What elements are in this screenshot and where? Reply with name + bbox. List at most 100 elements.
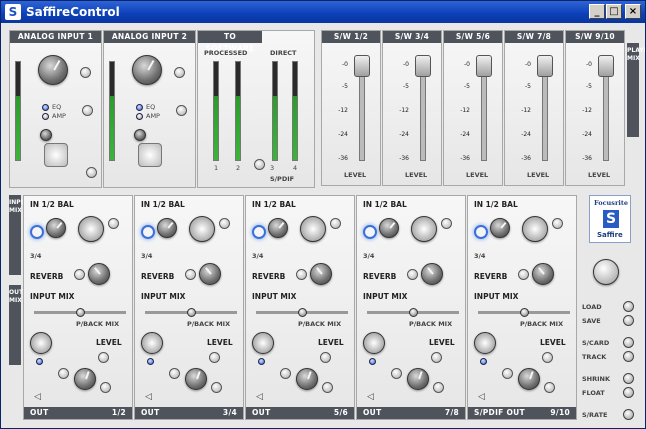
output-mono-led[interactable] (369, 358, 376, 365)
input-pan-knob[interactable] (189, 216, 215, 242)
input-pan-knob[interactable] (411, 216, 437, 242)
reverb-button[interactable] (74, 269, 85, 280)
close-button[interactable]: × (625, 4, 641, 19)
analog-1-link-button[interactable] (86, 167, 97, 178)
reverb-button[interactable] (518, 269, 529, 280)
input-select-ring[interactable] (30, 225, 44, 239)
output-mono-led[interactable] (480, 358, 487, 365)
reverb-button[interactable] (407, 269, 418, 280)
input-c-button[interactable] (552, 218, 563, 229)
analog-1-filter-display[interactable] (44, 143, 68, 167)
input-select-ring[interactable] (363, 225, 377, 239)
output-pan-knob[interactable] (141, 332, 163, 354)
waveform-icon[interactable] (593, 259, 619, 285)
reverb-knob[interactable] (88, 263, 110, 285)
analog-1-amp-led[interactable] (42, 113, 49, 120)
track-button[interactable] (623, 351, 634, 362)
solo-button[interactable] (544, 382, 555, 393)
dim-button[interactable] (58, 368, 69, 379)
maximize-button[interactable]: □ (606, 4, 622, 19)
sw-1-2-fader[interactable] (354, 55, 370, 77)
mix-balance-slider[interactable] (187, 308, 196, 317)
analog-2-edit-button[interactable] (176, 105, 187, 116)
reverb-knob[interactable] (310, 263, 332, 285)
mute-button[interactable] (98, 352, 109, 363)
reverb-button[interactable] (296, 269, 307, 280)
spdif-toggle-button[interactable] (254, 159, 265, 170)
analog-1-eq-label: EQ (52, 103, 62, 111)
analog-2-amp-led[interactable] (136, 113, 143, 120)
analog-1-edit-button[interactable] (82, 105, 93, 116)
output-level-knob[interactable] (518, 368, 540, 390)
output-level-knob[interactable] (74, 368, 96, 390)
analog-2-eq-led[interactable] (136, 104, 143, 111)
analog-1-trim-button[interactable] (80, 67, 91, 78)
analog-2-filter-display[interactable] (138, 143, 162, 167)
mute-button[interactable] (209, 352, 220, 363)
input-level-knob[interactable] (379, 218, 399, 238)
reverb-button[interactable] (185, 269, 196, 280)
scard-button[interactable] (623, 337, 634, 348)
output-level-knob[interactable] (407, 368, 429, 390)
load-button[interactable] (623, 301, 634, 312)
analog-2-preset-knob[interactable] (134, 129, 146, 141)
input-pan-knob[interactable] (78, 216, 104, 242)
dim-button[interactable] (169, 368, 180, 379)
input-level-knob[interactable] (157, 218, 177, 238)
dim-button[interactable] (502, 368, 513, 379)
reverb-knob[interactable] (199, 263, 221, 285)
dim-button[interactable] (391, 368, 402, 379)
output-level-knob[interactable] (296, 368, 318, 390)
sw-7-8-fader[interactable] (537, 55, 553, 77)
mute-button[interactable] (542, 352, 553, 363)
sw-3-4-fader[interactable] (415, 55, 431, 77)
solo-button[interactable] (211, 382, 222, 393)
analog-1-eq-led[interactable] (42, 104, 49, 111)
sw-5-6-fader[interactable] (476, 55, 492, 77)
mix-balance-slider[interactable] (76, 308, 85, 317)
analog-2-gain-knob[interactable] (132, 55, 162, 85)
sw-9-10-fader[interactable] (598, 55, 614, 77)
analog-1-gain-knob[interactable] (38, 55, 68, 85)
input-c-button[interactable] (108, 218, 119, 229)
reverb-knob[interactable] (532, 263, 554, 285)
analog-1-preset-knob[interactable] (40, 129, 52, 141)
dim-button[interactable] (280, 368, 291, 379)
solo-button[interactable] (100, 382, 111, 393)
input-c-button[interactable] (219, 218, 230, 229)
input-level-knob[interactable] (268, 218, 288, 238)
mix-balance-slider[interactable] (409, 308, 418, 317)
title-bar[interactable]: S SaffireControl _ □ × (1, 1, 645, 23)
input-select-ring[interactable] (141, 225, 155, 239)
srate-button[interactable] (623, 409, 634, 420)
output-pan-knob[interactable] (363, 332, 385, 354)
solo-button[interactable] (433, 382, 444, 393)
mix-balance-slider[interactable] (298, 308, 307, 317)
mute-button[interactable] (431, 352, 442, 363)
output-level-knob[interactable] (185, 368, 207, 390)
mute-button[interactable] (320, 352, 331, 363)
input-level-knob[interactable] (46, 218, 66, 238)
input-level-knob[interactable] (490, 218, 510, 238)
analog-2-trim-button[interactable] (174, 67, 185, 78)
output-pan-knob[interactable] (252, 332, 274, 354)
mix-balance-slider[interactable] (520, 308, 529, 317)
output-pan-knob[interactable] (30, 332, 52, 354)
output-mono-led[interactable] (258, 358, 265, 365)
output-mono-led[interactable] (36, 358, 43, 365)
input-pan-knob[interactable] (522, 216, 548, 242)
input-pan-knob[interactable] (300, 216, 326, 242)
float-button[interactable] (623, 387, 634, 398)
shrink-button[interactable] (623, 373, 634, 384)
reverb-knob[interactable] (421, 263, 443, 285)
save-button[interactable] (623, 315, 634, 326)
input-c-button[interactable] (330, 218, 341, 229)
input-select-ring[interactable] (474, 225, 488, 239)
input-select-ring[interactable] (252, 225, 266, 239)
output-pan-knob[interactable] (474, 332, 496, 354)
level-label: LEVEL (318, 338, 344, 347)
input-c-button[interactable] (441, 218, 452, 229)
solo-button[interactable] (322, 382, 333, 393)
minimize-button[interactable]: _ (589, 4, 605, 19)
output-mono-led[interactable] (147, 358, 154, 365)
